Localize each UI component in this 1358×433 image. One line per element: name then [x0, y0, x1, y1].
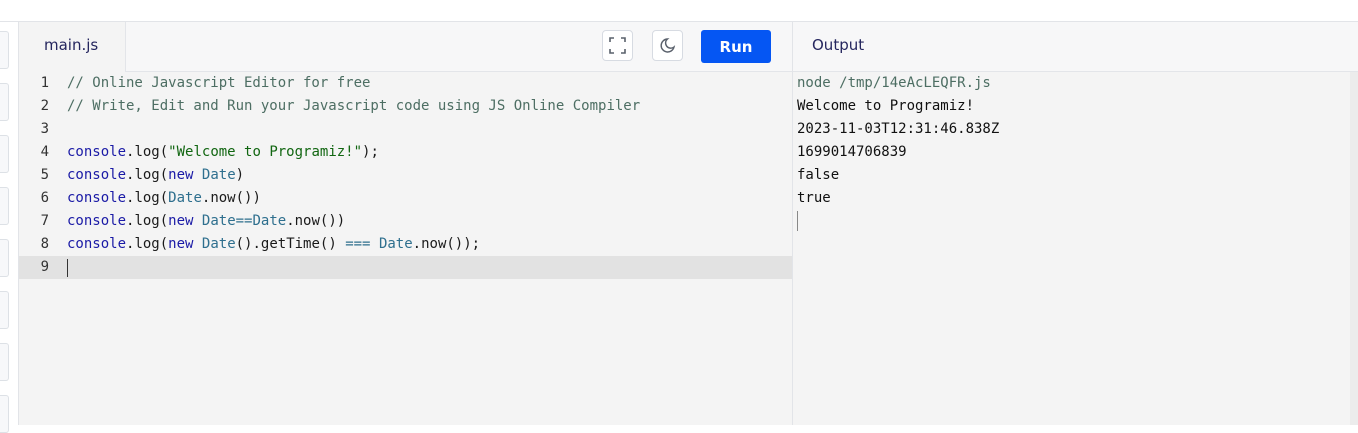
code-line[interactable]: 5 console.log(new Date) [19, 164, 792, 187]
code-token: Date [378, 236, 413, 252]
editor-header: main.js Run [19, 22, 792, 72]
file-tab-label: main.js [44, 36, 99, 54]
line-number: 9 [40, 259, 49, 275]
rail-button[interactable] [0, 395, 9, 433]
line-number: 3 [40, 121, 49, 137]
code-token: // Write, Edit and Run your Javascript c… [67, 98, 641, 114]
output-line: true [797, 190, 831, 206]
code-text: // Online Javascript Editor for free [67, 72, 370, 95]
code-line[interactable]: 3 [19, 118, 792, 141]
code-token: == [235, 213, 253, 229]
moon-icon [660, 38, 676, 53]
output-command: node /tmp/14eAcLEQFR.js [797, 75, 991, 91]
fullscreen-button[interactable] [602, 30, 633, 61]
top-strip [0, 0, 1358, 22]
code-token: Date [168, 190, 202, 206]
line-number: 6 [40, 190, 49, 206]
code-text: console.log("Welcome to Programiz!"); [67, 141, 379, 164]
code-token: === [345, 236, 371, 252]
code-token: .now()) [201, 190, 261, 206]
code-token: console [67, 144, 127, 160]
code-token: console [67, 213, 127, 229]
code-token: new [168, 213, 194, 229]
code-token: .log( [126, 167, 169, 183]
code-token: console [67, 236, 127, 252]
code-text: console.log(new Date().getTime() === Dat… [67, 233, 480, 256]
line-number: 1 [40, 75, 49, 91]
code-token: .log( [126, 144, 169, 160]
line-number: 2 [40, 98, 49, 114]
code-token: Date [201, 213, 236, 229]
fullscreen-icon [609, 37, 626, 54]
rail-button[interactable] [0, 343, 9, 381]
code-line[interactable]: 6 console.log(Date.now()) [19, 187, 792, 210]
line-number: 4 [40, 144, 49, 160]
left-rail [0, 22, 19, 433]
code-token: .log( [126, 213, 169, 229]
code-token: console [67, 190, 127, 206]
output-line: Welcome to Programiz! [797, 98, 975, 114]
code-token: .log( [126, 236, 169, 252]
code-token: Date [201, 167, 236, 183]
code-line[interactable]: 4 console.log("Welcome to Programiz!"); [19, 141, 792, 164]
code-text: // Write, Edit and Run your Javascript c… [67, 95, 640, 118]
code-line[interactable]: 1 // Online Javascript Editor for free [19, 72, 792, 95]
output-line: 2023-11-03T12:31:46.838Z [797, 121, 1000, 137]
rail-button[interactable] [0, 135, 9, 173]
code-token: ); [362, 144, 379, 160]
theme-toggle-button[interactable] [652, 30, 683, 61]
file-tab[interactable]: main.js [19, 22, 126, 72]
code-line[interactable]: 8 console.log(new Date().getTime() === Da… [19, 233, 792, 256]
output-header: Output [793, 22, 1358, 72]
code-text: console.log(new Date) [67, 164, 244, 187]
rail-button[interactable] [0, 83, 9, 121]
output-pane: Output node /tmp/14eAcLEQFR.js Welcome t… [793, 22, 1358, 425]
line-number: 8 [40, 236, 49, 252]
editor-pane: main.js Run 1 // Online Javascript Editor… [19, 22, 793, 425]
line-number: 5 [40, 167, 49, 183]
code-line[interactable]: 9 [19, 256, 792, 279]
code-token: new [168, 236, 194, 252]
output-title: Output [812, 36, 865, 54]
text-cursor [67, 259, 68, 277]
code-text: console.log(new Date==Date.now()) [67, 210, 345, 233]
code-token: .log( [126, 190, 169, 206]
rail-button[interactable] [0, 187, 9, 225]
code-line[interactable]: 7 console.log(new Date==Date.now()) [19, 210, 792, 233]
code-token: ().getTime() [235, 236, 346, 252]
code-token: .now()) [286, 213, 346, 229]
output-scrollbar[interactable] [1350, 72, 1358, 425]
rail-button[interactable] [0, 291, 9, 329]
code-token: .now()); [412, 236, 481, 252]
code-token: // Online Javascript Editor for free [67, 75, 371, 91]
code-token: console [67, 167, 127, 183]
output-cursor [797, 211, 798, 231]
output-line: false [797, 167, 840, 183]
code-token: new [168, 167, 194, 183]
run-button[interactable]: Run [701, 30, 771, 63]
code-token: "Welcome to Programiz!" [168, 144, 363, 160]
rail-button[interactable] [0, 31, 9, 69]
code-area[interactable]: 1 // Online Javascript Editor for free 2 //… [19, 72, 792, 425]
code-token: Date [252, 213, 287, 229]
code-line[interactable]: 2 // Write, Edit and Run your Javascript … [19, 95, 792, 118]
output-line: 1699014706839 [797, 144, 907, 160]
code-token: ) [235, 167, 245, 183]
code-text: console.log(Date.now()) [67, 187, 261, 210]
rail-button[interactable] [0, 239, 9, 277]
line-number: 7 [40, 213, 49, 229]
code-token: Date [201, 236, 236, 252]
